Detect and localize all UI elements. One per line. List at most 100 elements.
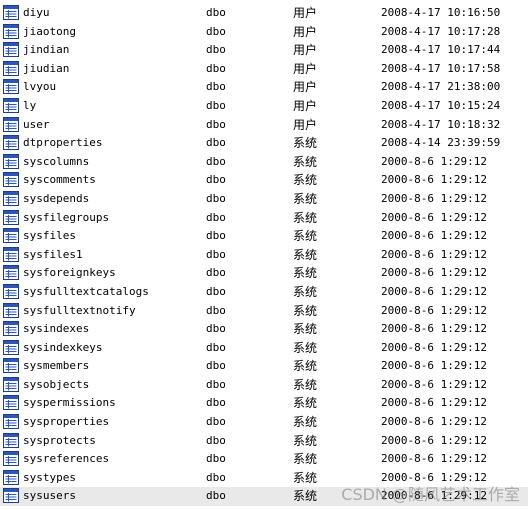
table-type: 系统	[293, 415, 318, 430]
table-type: 系统	[293, 154, 318, 169]
table-created: 2008-4-17 10:17:28	[381, 24, 501, 38]
table-name: sysobjects	[23, 377, 90, 391]
table-name: user	[23, 117, 50, 131]
table-name: sysproperties	[23, 415, 110, 429]
table-created: 2008-4-17 10:17:44	[381, 43, 501, 57]
table-row[interactable]: sysprotects dbo 系统 2000-8-6 1:29:12	[0, 432, 528, 451]
table-owner: dbo	[206, 433, 226, 447]
table-created: 2000-8-6 1:29:12	[381, 377, 487, 391]
table-row[interactable]: sysindexes dbo 系统 2000-8-6 1:29:12	[0, 320, 528, 339]
table-row[interactable]: sysfilegroups dbo 系统 2000-8-6 1:29:12	[0, 209, 528, 228]
table-name: diyu	[23, 6, 50, 19]
table-type: 系统	[293, 470, 318, 485]
table-type: 系统	[293, 396, 318, 411]
table-icon	[3, 246, 20, 266]
table-name: systypes	[23, 470, 76, 484]
table-icon	[3, 358, 20, 377]
table-created: 2008-4-14 23:39:59	[381, 136, 501, 150]
table-row[interactable]: diyu dbo 用户 2008-4-17 10:16:50	[0, 4, 528, 23]
table-name: syscolumns	[23, 154, 90, 168]
table-type: 用户	[293, 24, 318, 39]
table-row[interactable]: sysdepends dbo 系统 2000-8-6 1:29:12	[0, 190, 528, 209]
table-row[interactable]: syscomments dbo 系统 2000-8-6 1:29:12	[0, 171, 528, 190]
table-owner: dbo	[206, 173, 226, 187]
table-owner: dbo	[206, 377, 226, 391]
table-created: 2008-4-17 10:16:50	[381, 6, 501, 19]
table-type: 系统	[293, 247, 318, 262]
table-icon	[3, 116, 20, 136]
table-type: 系统	[293, 229, 318, 244]
table-row[interactable]: jindian dbo 用户 2008-4-17 10:17:44	[0, 41, 528, 60]
table-owner: dbo	[206, 98, 226, 112]
table-owner: dbo	[206, 266, 226, 280]
table-name: sysmembers	[23, 359, 90, 373]
table-type: 系统	[293, 303, 318, 318]
table-row[interactable]: syscolumns dbo 系统 2000-8-6 1:29:12	[0, 153, 528, 172]
table-name: sysusers	[23, 489, 76, 503]
table-owner: dbo	[206, 24, 226, 38]
table-row[interactable]: sysproperties dbo 系统 2000-8-6 1:29:12	[0, 413, 528, 432]
table-row[interactable]: user dbo 用户 2008-4-17 10:18:32	[0, 116, 528, 135]
table-icon	[3, 190, 20, 210]
table-icon	[3, 414, 20, 433]
table-row[interactable]: sysfulltextcatalogs dbo 系统 2000-8-6 1:29:12	[0, 283, 528, 302]
table-owner: dbo	[206, 303, 226, 317]
table-name: jindian	[23, 43, 70, 57]
table-row[interactable]: sysusers dbo 系统 2000-8-6 1:29:12	[0, 487, 528, 507]
table-type: 系统	[293, 284, 318, 299]
table-icon	[3, 23, 20, 43]
table-row[interactable]: sysreferences dbo 系统 2000-8-6 1:29:12	[0, 450, 528, 469]
table-icon	[3, 488, 20, 507]
table-row[interactable]: sysindexkeys dbo 系统 2000-8-6 1:29:12	[0, 339, 528, 358]
table-name: sysfulltextnotify	[23, 303, 136, 317]
table-created: 2000-8-6 1:29:12	[381, 173, 487, 187]
table-type: 系统	[293, 322, 318, 337]
table-created: 2000-8-6 1:29:12	[381, 284, 487, 298]
table-type: 系统	[293, 266, 318, 281]
table-row[interactable]: sysfiles dbo 系统 2000-8-6 1:29:12	[0, 227, 528, 246]
table-icon	[3, 42, 20, 61]
table-icon	[3, 451, 20, 470]
table-owner: dbo	[206, 470, 226, 484]
table-row[interactable]: syspermissions dbo 系统 2000-8-6 1:29:12	[0, 394, 528, 413]
table-created: 2000-8-6 1:29:12	[381, 210, 487, 224]
table-row[interactable]: sysmembers dbo 系统 2000-8-6 1:29:12	[0, 357, 528, 376]
table-owner: dbo	[206, 43, 226, 57]
table-name: sysprotects	[23, 433, 96, 447]
table-row[interactable]: lvyou dbo 用户 2008-4-17 21:38:00	[0, 78, 528, 97]
table-name: ly	[23, 98, 37, 112]
table-row[interactable]: sysfulltextnotify dbo 系统 2000-8-6 1:29:12	[0, 302, 528, 321]
table-owner: dbo	[206, 452, 226, 466]
table-created: 2000-8-6 1:29:12	[381, 415, 487, 429]
table-type: 系统	[293, 136, 318, 151]
table-created: 2000-8-6 1:29:12	[381, 154, 487, 168]
table-row[interactable]: ly dbo 用户 2008-4-17 10:15:24	[0, 97, 528, 116]
table-created: 2000-8-6 1:29:12	[381, 359, 487, 373]
table-icon	[3, 265, 20, 284]
table-row[interactable]: systypes dbo 系统 2000-8-6 1:29:12	[0, 469, 528, 488]
table-created: 2000-8-6 1:29:12	[381, 489, 487, 503]
table-row[interactable]: dtproperties dbo 系统 2008-4-14 23:39:59	[0, 134, 528, 153]
table-icon	[3, 302, 20, 322]
table-row[interactable]: jiaotong dbo 用户 2008-4-17 10:17:28	[0, 23, 528, 42]
table-row[interactable]: jiudian dbo 用户 2008-4-17 10:17:58	[0, 60, 528, 79]
table-name: jiudian	[23, 61, 70, 75]
table-icon	[3, 376, 20, 396]
table-created: 2000-8-6 1:29:12	[381, 340, 487, 354]
table-row[interactable]: sysfiles1 dbo 系统 2000-8-6 1:29:12	[0, 246, 528, 265]
table-owner: dbo	[206, 284, 226, 298]
table-icon	[3, 60, 20, 80]
table-icon	[3, 339, 20, 359]
table-name: sysreferences	[23, 452, 110, 466]
table-name: sysfiles	[23, 229, 76, 243]
table-icon	[3, 5, 20, 24]
table-list: diyu dbo 用户 2008-4-17 10:16:50 jiaotong dbo 用…	[0, 4, 528, 507]
table-icon	[3, 172, 20, 191]
table-row[interactable]: sysforeignkeys dbo 系统 2000-8-6 1:29:12	[0, 264, 528, 283]
table-type: 系统	[293, 210, 318, 225]
table-name: dtproperties	[23, 136, 103, 150]
table-icon	[3, 283, 20, 303]
table-row[interactable]: sysobjects dbo 系统 2000-8-6 1:29:12	[0, 376, 528, 395]
table-created: 2000-8-6 1:29:12	[381, 470, 487, 484]
table-name: sysdepends	[23, 191, 90, 205]
